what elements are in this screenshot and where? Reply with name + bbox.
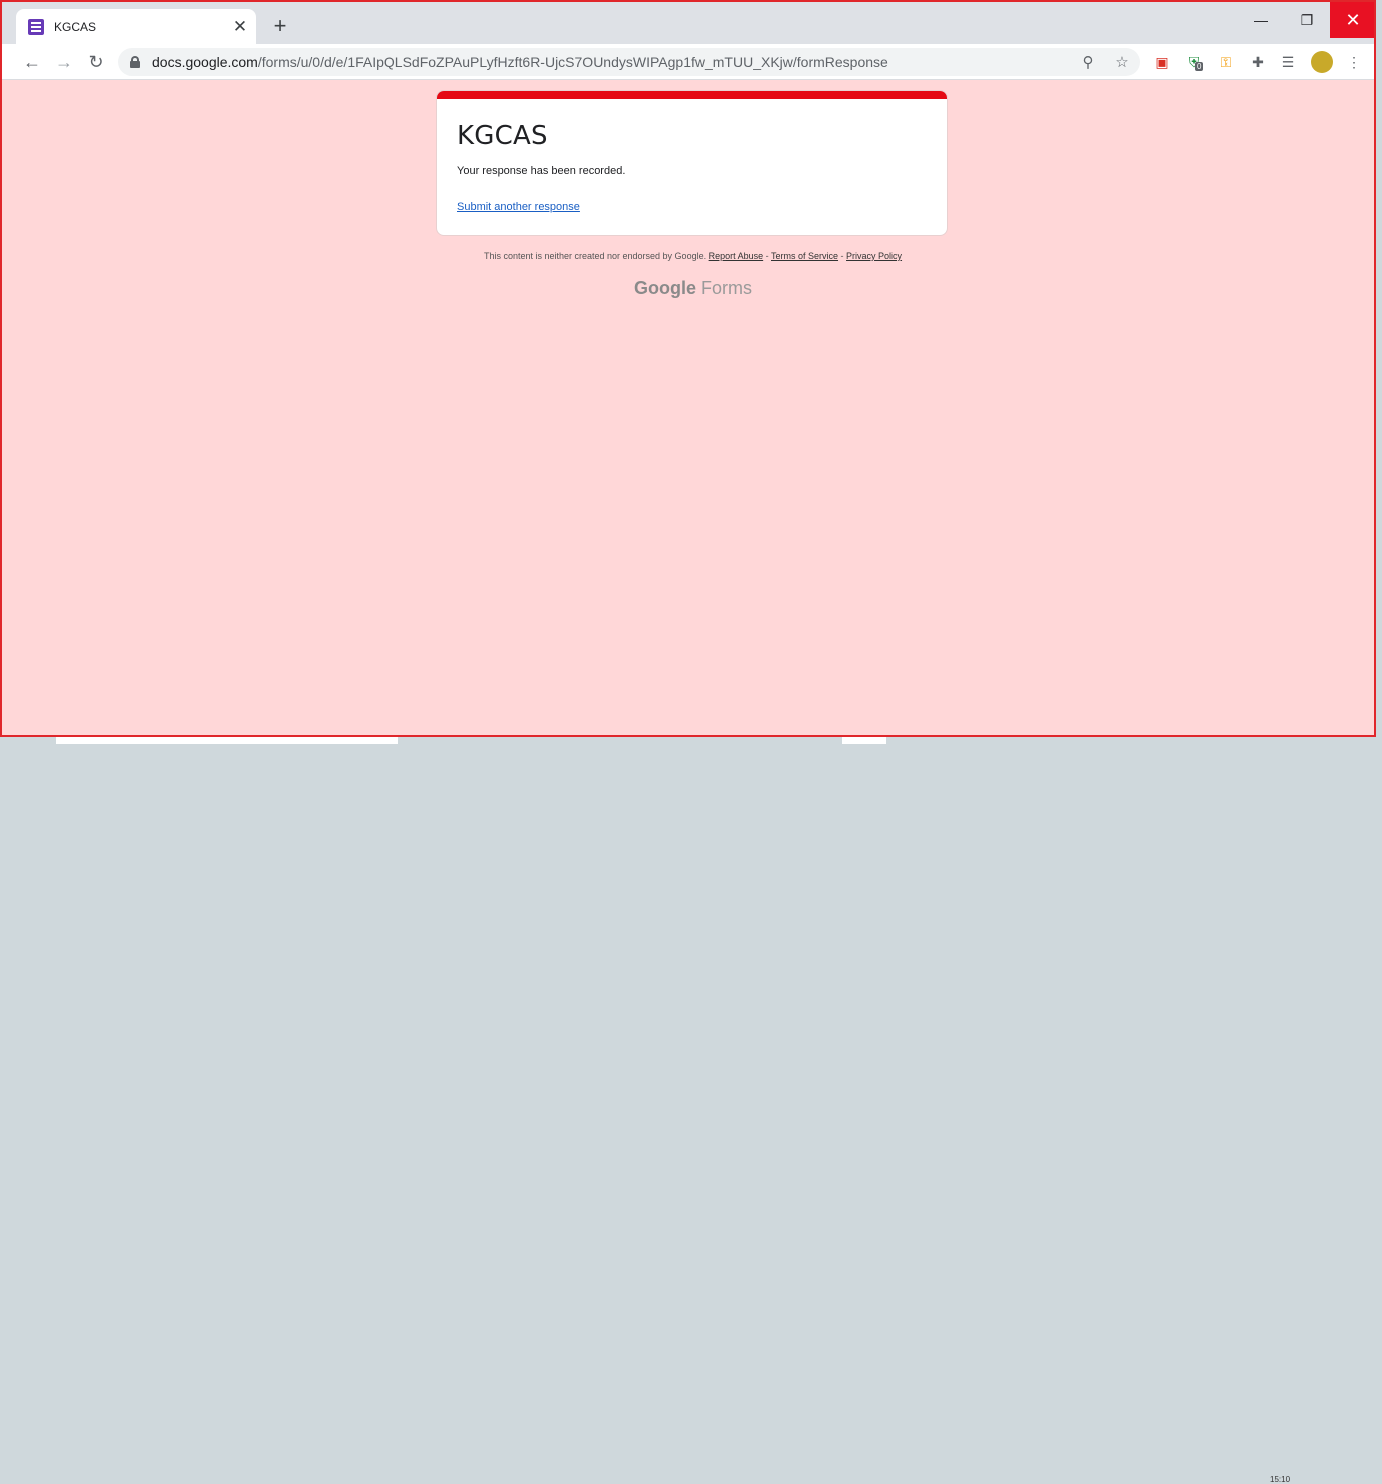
submit-another-link[interactable]: Submit another response <box>457 201 580 213</box>
new-tab-button[interactable]: + <box>268 14 292 38</box>
google-forms-logo[interactable]: Google Forms <box>2 278 1374 299</box>
reload-icon[interactable]: ↻ <box>84 50 108 74</box>
zoom-icon[interactable]: ⚲ <box>1078 52 1098 72</box>
tab-strip: KGCAS ✕ + — ❐ ✕ <box>2 2 1374 44</box>
privacy-link[interactable]: Privacy Policy <box>846 251 902 261</box>
shield-icon[interactable]: ⛨ 0 <box>1184 52 1204 72</box>
close-window-button[interactable]: ✕ <box>1330 2 1374 38</box>
form-title: KGCAS <box>457 121 548 151</box>
minimize-button[interactable]: — <box>1238 2 1284 38</box>
tab-title: KGCAS <box>54 19 97 34</box>
url-text[interactable]: docs.google.com/forms/u/0/d/e/1FAIpQLSdF… <box>152 54 888 70</box>
lock-icon[interactable] <box>130 56 140 68</box>
pocket-icon[interactable]: ▣ <box>1152 52 1172 72</box>
back-icon[interactable]: ← <box>20 50 44 74</box>
terms-link[interactable]: Terms of Service <box>771 251 838 261</box>
taskbar-item[interactable] <box>842 737 886 744</box>
address-bar[interactable]: docs.google.com/forms/u/0/d/e/1FAIpQLSdF… <box>118 48 1140 76</box>
confirmation-message: Your response has been recorded. <box>457 165 626 177</box>
disclaimer-text: This content is neither created nor endo… <box>483 251 707 261</box>
taskbar-item[interactable] <box>56 737 398 744</box>
extension-badge: 0 <box>1195 62 1204 71</box>
close-tab-icon[interactable]: ✕ <box>230 17 250 37</box>
puzzle-icon[interactable]: ✚ <box>1248 52 1268 72</box>
reading-list-icon[interactable]: ☰ <box>1278 52 1298 72</box>
card-accent-bar <box>437 91 947 99</box>
footer-disclaimer: This content is neither created nor endo… <box>483 251 903 261</box>
key-icon[interactable]: ⚿ <box>1216 52 1236 72</box>
form-card: KGCAS Your response has been recorded. S… <box>436 90 948 236</box>
browser-window: KGCAS ✕ + — ❐ ✕ ← → ↻ docs.google.com/fo… <box>0 0 1376 737</box>
profile-avatar[interactable] <box>1311 51 1333 73</box>
restore-button[interactable]: ❐ <box>1284 2 1330 38</box>
taskbar-clock: 15:10 <box>1270 1475 1291 1484</box>
report-abuse-link[interactable]: Report Abuse <box>709 251 764 261</box>
tab-kgcas[interactable]: KGCAS ✕ <box>16 9 256 44</box>
menu-icon[interactable]: ⋮ <box>1344 52 1364 72</box>
taskbar: 15:10 <box>0 737 1382 1484</box>
star-icon[interactable]: ☆ <box>1112 52 1132 72</box>
browser-toolbar: ← → ↻ docs.google.com/forms/u/0/d/e/1FAI… <box>2 44 1374 80</box>
google-forms-icon <box>28 18 44 35</box>
page-content: KGCAS Your response has been recorded. S… <box>2 81 1374 735</box>
forward-icon[interactable]: → <box>52 50 76 74</box>
